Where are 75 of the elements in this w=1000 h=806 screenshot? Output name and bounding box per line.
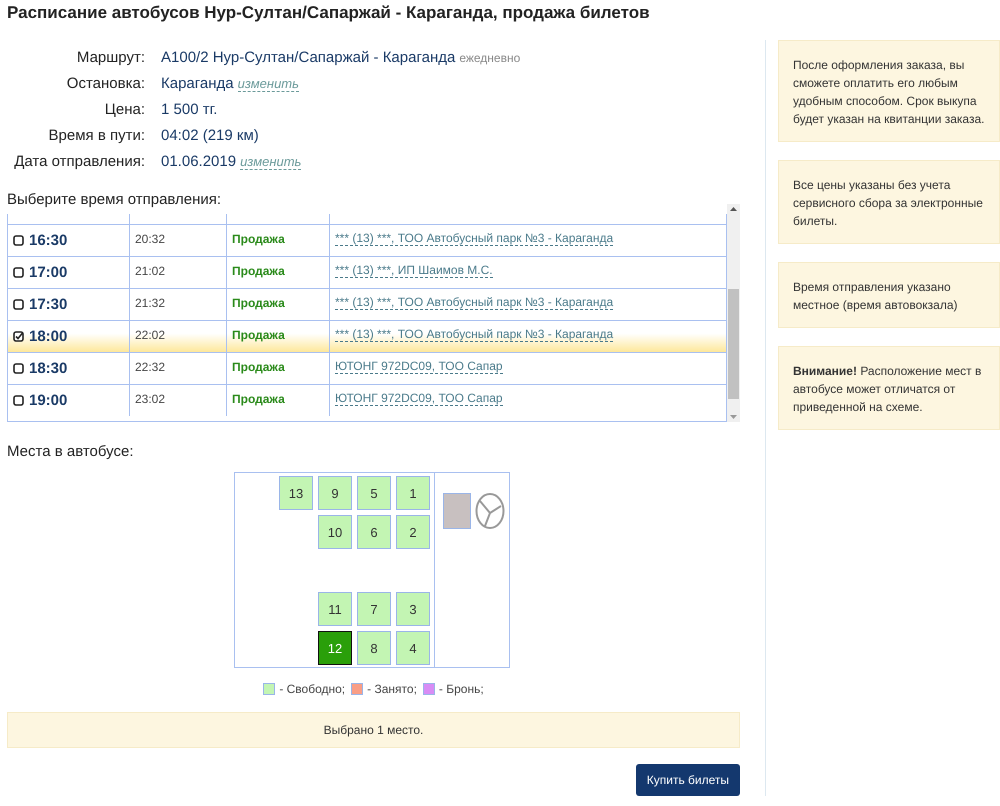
carrier-link[interactable]: *** (13) ***, ТОО Автобусный парк №3 - Караганда — [335, 231, 614, 246]
seats-heading: Места в автобусе: — [7, 443, 134, 460]
arrival-time: 23:02 — [135, 392, 166, 406]
seat[interactable]: 4 — [396, 631, 430, 665]
seat[interactable]: 2 — [396, 515, 430, 549]
steering-wheel-icon — [475, 493, 505, 529]
checkbox-icon[interactable] — [13, 299, 24, 310]
seat[interactable]: 13 — [279, 476, 313, 510]
info-value: 1 500 тг. — [161, 101, 218, 118]
info-value: А100/2 Нур-Султан/Сапаржай - Караганда — [161, 49, 456, 66]
info-note-card: Внимание! Расположение мест в автобусе может отличатся от приведенной на схеме. — [778, 346, 1000, 430]
scrollbar-thumb[interactable] — [728, 289, 739, 399]
departure-time: 17:00 — [29, 264, 68, 281]
carrier-link[interactable]: ЮТОНГ 972DC09, ТОО Сапар — [335, 391, 503, 406]
info-label: Время в пути: — [48, 127, 145, 144]
info-note-card: Все цены указаны без учета сервисного сбора за электронные билеты. — [778, 160, 1000, 244]
carrier-link[interactable]: *** (13) ***, ТОО Автобусный парк №3 - Караганда — [335, 295, 614, 310]
seat[interactable]: 11 — [318, 592, 352, 626]
carrier-link[interactable]: *** (13) ***, ТОО Автобусный парк №3 - Караганда — [335, 327, 614, 342]
departure-time: 17:30 — [29, 296, 68, 313]
carrier-link[interactable]: *** (13) ***, ИП Шаимов М.С. — [335, 263, 493, 278]
legend-label: - Занято; — [367, 682, 417, 696]
departure-time: 19:00 — [29, 392, 68, 409]
sale-status: Продажа — [232, 232, 285, 246]
sale-status: Продажа — [232, 392, 285, 406]
schedule-row[interactable]: 17:30 21:32 Продажа *** (13) ***, ТОО Автобусный парк №3 - Караганда — [8, 289, 726, 321]
info-value: Караганда — [161, 75, 234, 92]
sale-status: Продажа — [232, 264, 285, 278]
seat[interactable]: 10 — [318, 515, 352, 549]
schedule-row[interactable]: 17:00 21:02 Продажа *** (13) ***, ИП Шаимов М.С. — [8, 257, 726, 289]
info-note: ежедневно — [459, 51, 520, 65]
carrier-link[interactable]: ЮТОНГ 972DC09, ТОО Сапар — [335, 359, 503, 374]
schedule-heading: Выберите время отправления: — [7, 191, 222, 208]
selection-summary: Выбрано 1 место. — [7, 712, 740, 748]
sale-status: Продажа — [232, 328, 285, 342]
schedule-row[interactable]: 18:00 22:02 Продажа *** (13) ***, ТОО Автобусный парк №3 - Караганда — [8, 321, 726, 353]
seat[interactable]: 8 — [357, 631, 391, 665]
info-value: 04:02 (219 км) — [161, 127, 259, 144]
info-label: Остановка: — [66, 75, 145, 92]
sale-status: Продажа — [232, 296, 285, 310]
scroll-up-icon[interactable] — [730, 207, 737, 211]
arrival-time: 21:32 — [135, 296, 166, 310]
info-note-card: Время отправления указано местное (время автовокзала) — [778, 262, 1000, 328]
departure-time: 16:30 — [29, 232, 68, 249]
buy-tickets-button[interactable]: Купить билеты — [636, 764, 740, 796]
driver-seat — [443, 493, 471, 529]
seat[interactable]: 3 — [396, 592, 430, 626]
departure-time: 18:30 — [29, 360, 68, 377]
scrollbar[interactable] — [727, 204, 740, 422]
checkbox-icon[interactable] — [13, 267, 24, 278]
checkbox-icon[interactable] — [13, 235, 24, 246]
seat[interactable]: 5 — [357, 476, 391, 510]
info-value: 01.06.2019 — [161, 153, 236, 170]
info-note-card: После оформления заказа, вы сможете оплатить его любым удобным способом. Срок выкупа будет указан на квитанции заказа. — [778, 40, 1000, 142]
info-label: Цена: — [104, 101, 145, 118]
legend-label: - Свободно; — [279, 682, 346, 696]
arrival-time: 22:02 — [135, 328, 166, 342]
seat[interactable]: 9 — [318, 476, 352, 510]
seat[interactable]: 1 — [396, 476, 430, 510]
seat[interactable]: 6 — [357, 515, 391, 549]
info-label: Маршрут: — [76, 49, 145, 66]
arrival-time: 22:32 — [135, 360, 166, 374]
checkbox-icon[interactable] — [13, 363, 24, 374]
checked-checkbox-icon[interactable] — [13, 331, 24, 342]
arrival-time: 21:02 — [135, 264, 166, 278]
schedule-row[interactable]: 18:30 22:32 Продажа ЮТОНГ 972DC09, ТОО Сапар — [8, 353, 726, 385]
info-label: Дата отправления: — [13, 153, 145, 170]
arrival-time: 20:32 — [135, 232, 166, 246]
page-title: Расписание автобусов Нур-Султан/Сапаржай - Караганда, продажа билетов — [7, 2, 651, 24]
sale-status: Продажа — [232, 360, 285, 374]
checkbox-icon[interactable] — [13, 395, 24, 406]
seat[interactable]: 7 — [357, 592, 391, 626]
legend-label: - Бронь; — [438, 682, 484, 696]
departure-time: 18:00 — [29, 328, 68, 345]
schedule-row[interactable]: 16:30 20:32 Продажа *** (13) ***, ТОО Автобусный парк №3 - Караганда — [8, 225, 726, 257]
